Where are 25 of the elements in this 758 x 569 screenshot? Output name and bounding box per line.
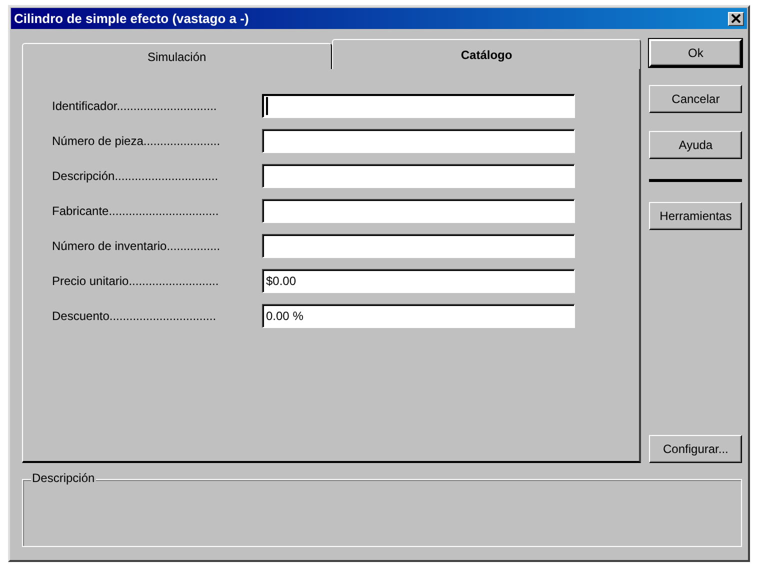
input-field[interactable]: $0.00 bbox=[262, 269, 575, 293]
dialog-button[interactable]: Cancelar bbox=[649, 85, 742, 113]
field-label: Número de inventario................ bbox=[52, 239, 220, 253]
dialog-button[interactable]: Herramientas bbox=[649, 202, 742, 230]
dialog-button[interactable]: Ok bbox=[649, 39, 742, 67]
window-title: Cilindro de simple efecto (vastago a -) bbox=[14, 11, 250, 26]
group-title: Descripción bbox=[31, 471, 96, 485]
input-field[interactable] bbox=[262, 234, 575, 258]
field-label: Número de pieza....................... bbox=[52, 134, 220, 148]
input-field[interactable] bbox=[262, 129, 575, 153]
field-label: Precio unitario........................... bbox=[52, 274, 219, 288]
input-field[interactable] bbox=[262, 94, 575, 118]
tab[interactable]: Catálogo bbox=[332, 39, 642, 69]
close-button[interactable] bbox=[728, 12, 744, 26]
field-label: Fabricante................................. bbox=[52, 204, 219, 218]
dialog-button[interactable]: Ayuda bbox=[649, 131, 742, 159]
tab[interactable]: Simulación bbox=[22, 43, 332, 69]
field-label: Identificador.............................. bbox=[52, 99, 217, 113]
input-field[interactable] bbox=[262, 199, 575, 223]
input-field[interactable]: 0.00 % bbox=[262, 304, 575, 328]
field-label: Descripción............................... bbox=[52, 169, 218, 183]
close-icon bbox=[731, 14, 741, 23]
field-label: Descuento................................ bbox=[52, 309, 216, 323]
input-field[interactable] bbox=[262, 164, 575, 188]
configure-button[interactable]: Configurar... bbox=[649, 435, 742, 463]
